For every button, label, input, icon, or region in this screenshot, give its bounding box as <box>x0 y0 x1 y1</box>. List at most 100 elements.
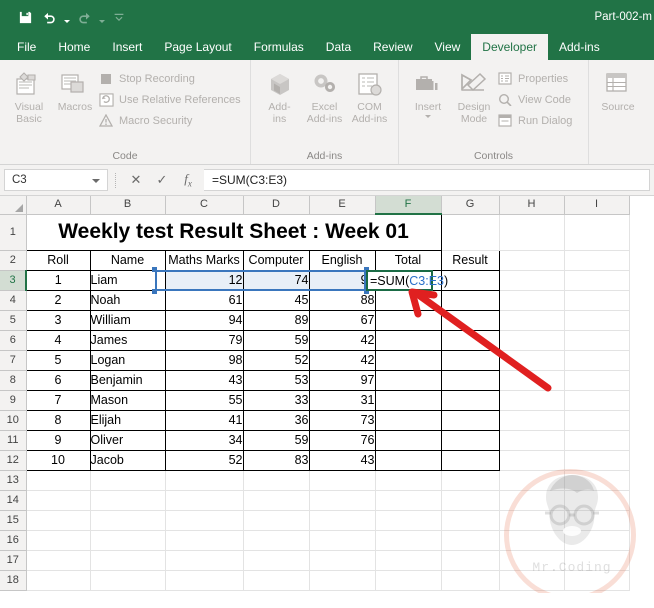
cell-D11[interactable]: 59 <box>242 429 310 451</box>
cell-E4[interactable]: 88 <box>308 289 376 311</box>
cell-I16[interactable] <box>564 530 630 551</box>
cell-D12[interactable]: 83 <box>242 449 310 471</box>
cell-G13[interactable] <box>441 470 500 491</box>
cell-E17[interactable] <box>309 550 376 571</box>
row-header-12[interactable]: 12 <box>0 450 27 471</box>
cell-B14[interactable] <box>90 490 166 511</box>
cell-D5[interactable]: 89 <box>242 309 310 331</box>
cell-A15[interactable] <box>26 510 91 531</box>
view-code-button[interactable]: View Code <box>497 90 572 109</box>
cell-A13[interactable] <box>26 470 91 491</box>
cell-C13[interactable] <box>165 470 244 491</box>
cell-E13[interactable] <box>309 470 376 491</box>
row-header-4[interactable]: 4 <box>0 290 27 311</box>
enter-formula-icon[interactable]: ✓ <box>149 169 175 191</box>
cell-G2[interactable]: Result <box>440 249 500 271</box>
cell-F17[interactable] <box>375 550 442 571</box>
cell-I18[interactable] <box>564 570 630 591</box>
cell-H5[interactable] <box>499 310 565 331</box>
cell-E12[interactable]: 43 <box>308 449 376 471</box>
cell-G15[interactable] <box>441 510 500 531</box>
cell-I2[interactable] <box>564 250 630 271</box>
cell-I6[interactable] <box>564 330 630 351</box>
row-header-8[interactable]: 8 <box>0 370 27 391</box>
column-header-c[interactable]: C <box>165 196 244 215</box>
cell-A9[interactable]: 7 <box>25 389 91 411</box>
visual-basic-button[interactable]: Visual Basic <box>6 65 52 125</box>
cell-I17[interactable] <box>564 550 630 571</box>
column-header-f[interactable]: F <box>375 196 442 215</box>
row-header-1[interactable]: 1 <box>0 214 27 251</box>
cell-B5[interactable]: William <box>89 309 166 331</box>
cell-C18[interactable] <box>165 570 244 591</box>
cell-F9[interactable] <box>374 389 442 411</box>
cell-C8[interactable]: 43 <box>164 369 244 391</box>
cell-H16[interactable] <box>499 530 565 551</box>
com-add-ins-button[interactable]: COM Add-ins <box>347 65 392 125</box>
cell-E8[interactable]: 97 <box>308 369 376 391</box>
cell-H9[interactable] <box>499 390 565 411</box>
cell-G10[interactable] <box>440 409 500 431</box>
cell-D18[interactable] <box>243 570 310 591</box>
cell-C3[interactable]: 12 <box>164 269 244 291</box>
cell-A7[interactable]: 5 <box>25 349 91 371</box>
cell-B17[interactable] <box>90 550 166 571</box>
tab-add-ins[interactable]: Add-ins <box>548 34 611 60</box>
cell-G4[interactable] <box>440 289 500 311</box>
cell-I8[interactable] <box>564 370 630 391</box>
use-relative-references-button[interactable]: Use Relative References <box>98 90 241 109</box>
column-header-b[interactable]: B <box>90 196 166 215</box>
properties-button[interactable]: Properties <box>497 69 572 88</box>
cell-C6[interactable]: 79 <box>164 329 244 351</box>
row-header-5[interactable]: 5 <box>0 310 27 331</box>
cell-D16[interactable] <box>243 530 310 551</box>
cell-E5[interactable]: 67 <box>308 309 376 331</box>
cell-A12[interactable]: 10 <box>25 449 91 471</box>
cell-G18[interactable] <box>441 570 500 591</box>
row-header-14[interactable]: 14 <box>0 490 27 511</box>
cell-F8[interactable] <box>374 369 442 391</box>
cell-A4[interactable]: 2 <box>25 289 91 311</box>
cell-I12[interactable] <box>564 450 630 471</box>
cell-E7[interactable]: 42 <box>308 349 376 371</box>
cell-C17[interactable] <box>165 550 244 571</box>
cell-F15[interactable] <box>375 510 442 531</box>
insert-function-icon[interactable]: fx <box>175 169 201 191</box>
cell-G8[interactable] <box>440 369 500 391</box>
cell-B7[interactable]: Logan <box>89 349 166 371</box>
cell-D13[interactable] <box>243 470 310 491</box>
row-header-9[interactable]: 9 <box>0 390 27 411</box>
row-header-13[interactable]: 13 <box>0 470 27 491</box>
cell-H8[interactable] <box>499 370 565 391</box>
column-header-e[interactable]: E <box>309 196 376 215</box>
stop-recording-button[interactable]: Stop Recording <box>98 69 241 88</box>
cell-E6[interactable]: 42 <box>308 329 376 351</box>
cell-F4[interactable] <box>374 289 442 311</box>
cell-H13[interactable] <box>499 470 565 491</box>
cell-D9[interactable]: 33 <box>242 389 310 411</box>
row-header-10[interactable]: 10 <box>0 410 27 431</box>
excel-add-ins-button[interactable]: Excel Add-ins <box>302 65 347 125</box>
xml-source-button[interactable]: Source <box>595 65 641 114</box>
cell-I1[interactable] <box>564 214 630 251</box>
cell-I15[interactable] <box>564 510 630 531</box>
cell-C10[interactable]: 41 <box>164 409 244 431</box>
cell-H1[interactable] <box>499 214 565 251</box>
formula-input[interactable]: =SUM(C3:E3) <box>204 169 650 191</box>
cell-I5[interactable] <box>564 310 630 331</box>
row-header-17[interactable]: 17 <box>0 550 27 571</box>
row-header-18[interactable]: 18 <box>0 570 27 591</box>
cell-I9[interactable] <box>564 390 630 411</box>
cell-F3[interactable] <box>374 269 442 291</box>
row-header-7[interactable]: 7 <box>0 350 27 371</box>
cell-E14[interactable] <box>309 490 376 511</box>
cell-H12[interactable] <box>499 450 565 471</box>
column-header-i[interactable]: I <box>564 196 630 215</box>
cell-A5[interactable]: 3 <box>25 309 91 331</box>
cell-D6[interactable]: 59 <box>242 329 310 351</box>
cell-G17[interactable] <box>441 550 500 571</box>
cell-G1[interactable] <box>441 214 500 251</box>
cell-D4[interactable]: 45 <box>242 289 310 311</box>
cell-C7[interactable]: 98 <box>164 349 244 371</box>
cell-A2[interactable]: Roll <box>25 249 91 271</box>
